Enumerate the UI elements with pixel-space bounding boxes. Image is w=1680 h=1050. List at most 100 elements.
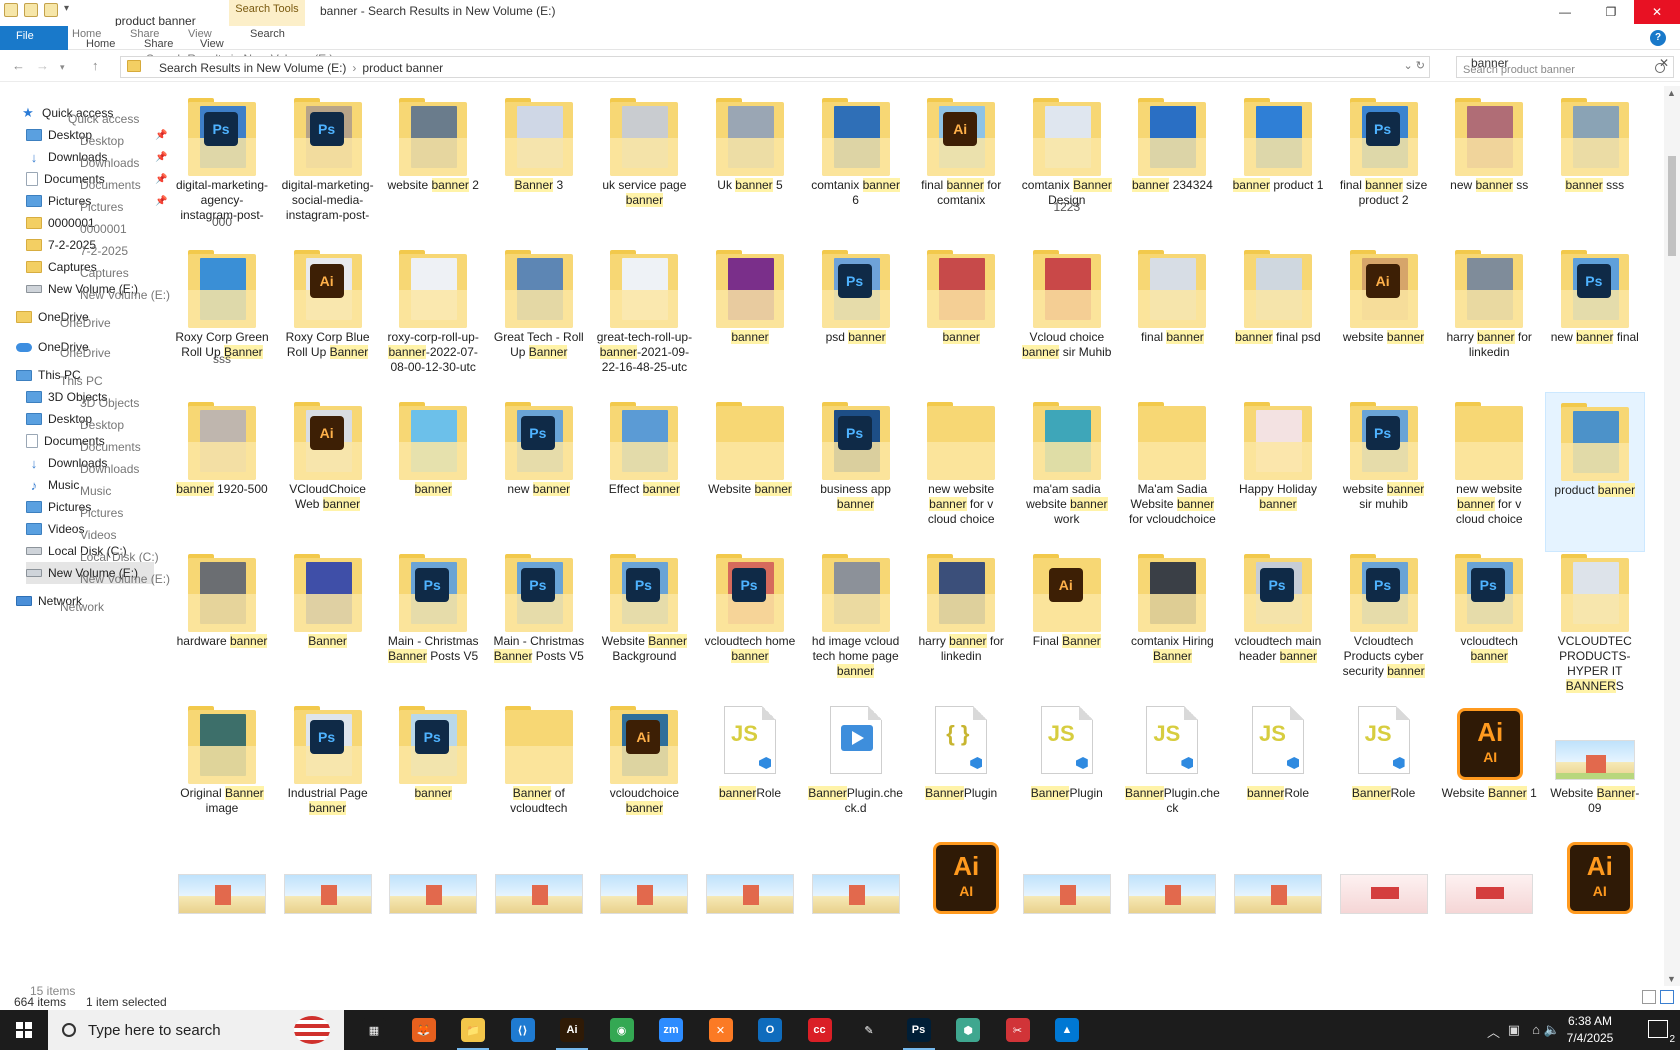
file-item[interactable]: product banner [1544,392,1645,552]
file-item[interactable]: comtanix Banner Design 1223 [1017,88,1117,248]
up-arrow-icon[interactable]: ↑ [92,58,99,73]
tab-home[interactable]: Home [86,38,115,50]
file-item[interactable]: Uk banner 5 [700,88,800,248]
file-item[interactable]: Ps digital-marketing-social-media-instagr… [278,88,378,248]
taskbar-snip-tool[interactable]: ✂ [998,1014,1038,1046]
nav-item[interactable]: This PC This PC [16,364,154,388]
help-icon[interactable]: ? [1650,30,1666,46]
file-item[interactable]: Ps final banner size product 2 [1334,88,1434,248]
taskbar-task-view[interactable]: ▦ [354,1014,394,1046]
nav-item[interactable]: Local Disk (C:) Local Disk (C:) [26,540,159,564]
scroll-up-icon[interactable]: ▲ [1667,88,1676,98]
start-button[interactable] [0,1010,48,1050]
details-view-icon[interactable] [1642,990,1656,1004]
file-item[interactable]: hd image vcloud tech home page banner [806,544,906,704]
file-item[interactable]: banner [911,240,1011,400]
file-item[interactable]: new website banner for v cloud choice [1439,392,1539,552]
scroll-down-icon[interactable]: ▼ [1667,974,1676,984]
nav-item[interactable]: Documents Documents [26,430,154,454]
taskbar-outlook[interactable]: O [750,1014,790,1046]
file-item[interactable]: Vcloud choice banner sir Muhib [1017,240,1117,400]
nav-item[interactable]: OneDrive OneDrive [16,336,154,360]
file-item[interactable]: Website banner [700,392,800,552]
image-thumbnail[interactable] [494,874,583,914]
nav-item[interactable]: Network Network [16,590,154,614]
nav-item[interactable]: Documents Documents 📌 [26,168,167,192]
tab-share[interactable]: Share [144,38,173,50]
file-item[interactable]: Ps Main - Christmas Banner Posts V5 [383,544,483,704]
nav-item[interactable]: Desktop Desktop [26,408,154,432]
file-item[interactable]: Banner of vcloudtech [489,696,589,856]
file-item[interactable]: JS BannerRole [1334,696,1434,856]
pin-icon[interactable]: 📌 [155,130,167,141]
file-item[interactable]: Ai website banner [1334,240,1434,400]
file-item[interactable]: Ps vcloudtech banner [1439,544,1539,704]
file-item[interactable]: banner product 1 [1228,88,1328,248]
file-item[interactable]: Ai AI [925,838,1000,918]
folder-icon[interactable] [4,3,18,17]
nav-item[interactable]: New Volume (E:) New Volume (E:) [26,562,170,586]
file-item[interactable]: Happy Holiday banner [1228,392,1328,552]
clock[interactable]: 6:38 AM 7/4/2025 [1550,1013,1630,1047]
close-button[interactable]: ✕ [1634,0,1680,24]
image-thumbnail[interactable] [178,874,266,914]
search-input[interactable]: banner Search product banner ✕ [1456,56,1674,78]
file-item[interactable]: banner 234324 [1122,88,1222,248]
tab-file[interactable]: File [0,26,68,50]
nav-item[interactable]: Videos Videos [26,518,154,542]
breadcrumb-item[interactable]: product banner [362,61,443,75]
file-item[interactable]: { } BannerPlugin [911,696,1011,856]
nav-item[interactable]: 3D Objects 3D Objects [26,386,154,410]
file-item[interactable]: JS bannerRole [1228,696,1328,856]
file-item[interactable]: Ma'am Sadia Website banner for vcloudcho… [1122,392,1222,552]
file-item[interactable]: great-tech-roll-up-banner-2021-09-22-16-… [594,240,694,400]
file-item[interactable]: Ps new banner final [1545,240,1645,400]
chevron-down-icon[interactable]: ▾ [64,3,69,17]
file-item[interactable]: harry banner for linkedin [911,544,1011,704]
file-item[interactable]: Ps vcloudtech main header banner [1228,544,1328,704]
network-status-icon[interactable]: ▣ [1508,1022,1520,1038]
file-item[interactable]: Roxy Corp Green Roll Up Banner sss [172,240,272,400]
pin-icon[interactable]: 📌 [155,152,167,163]
file-item[interactable]: JS BannerPlugin [1017,696,1117,856]
file-item[interactable]: Ps digital-marketing-agency-instagram-pos… [172,88,272,248]
file-item[interactable]: Ps vcloudtech home banner [700,544,800,704]
file-item[interactable]: Ai Roxy Corp Blue Roll Up Banner [278,240,378,400]
nav-item[interactable]: Captures Captures [26,256,154,280]
new-folder-icon[interactable] [44,3,58,17]
tab-view[interactable]: View [200,38,224,50]
show-hidden-icons-icon[interactable]: ︿ [1487,1022,1500,1041]
taskbar-pen-tool[interactable]: ✎ [849,1014,889,1046]
image-thumbnail[interactable] [1234,874,1322,914]
file-item[interactable]: website banner 2 [383,88,483,248]
nav-item[interactable]: ♪ Music Music [26,474,154,499]
taskbar-app-hex[interactable]: ⬢ [948,1014,988,1046]
file-item[interactable]: Ai Final Banner [1017,544,1117,704]
file-item[interactable]: banner sss [1545,88,1645,248]
back-arrow-icon[interactable]: ← [12,58,25,73]
breadcrumb-item[interactable]: Search Results in New Volume (E:) [159,61,346,75]
image-thumbnail[interactable] [1445,874,1534,914]
file-item[interactable]: JS bannerRole [700,696,800,856]
file-item[interactable]: Ps banner [383,696,483,856]
nav-item[interactable]: Pictures Pictures 📌 [26,190,167,214]
forward-arrow-icon[interactable]: → [36,58,49,73]
taskbar-firefox[interactable]: 🦊 [404,1014,444,1046]
nav-item[interactable]: ↓ Downloads Downloads [26,452,154,477]
file-item[interactable]: Original Banner image [172,696,272,856]
nav-item[interactable]: Desktop Desktop 📌 [26,124,167,148]
taskbar-creative-cloud[interactable]: cc [800,1014,840,1046]
file-item[interactable]: Ai final banner for comtanix [911,88,1011,248]
address-box[interactable]: Search Results in New Volume (E:) › produc… [120,56,1430,78]
pin-icon[interactable]: 📌 [155,174,167,185]
large-icons-view-icon[interactable] [1660,990,1674,1004]
taskbar-file-explorer[interactable]: 📁 [453,1014,493,1050]
wifi-icon[interactable]: ⌂ [1532,1022,1540,1037]
file-item[interactable]: Ps psd banner [806,240,906,400]
file-item[interactable]: banner [383,392,483,552]
image-thumbnail[interactable] [706,874,794,914]
nav-item[interactable]: 7-2-2025 7-2-2025 [26,234,154,258]
search-tools-tab[interactable]: Search Tools [229,0,305,26]
file-item[interactable]: Ai AI [1559,838,1633,918]
nav-item[interactable]: ★ Quick access Quick access [20,102,154,126]
